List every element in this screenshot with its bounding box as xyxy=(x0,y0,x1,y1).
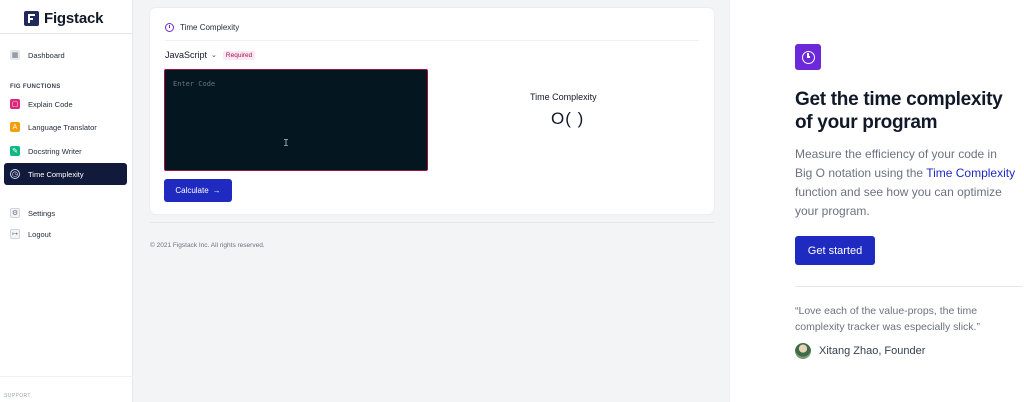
author-name: Xitang Zhao, Founder xyxy=(819,345,926,357)
support-label: SUPPORT xyxy=(4,393,31,399)
calculate-button[interactable]: Calculate → xyxy=(164,179,232,202)
tool-card: Time Complexity JavaScript ⌄ Required En… xyxy=(150,8,714,214)
arrow-right-icon: → xyxy=(212,186,221,195)
sidebar-item-docstring-writer[interactable]: ✎ Docstring Writer xyxy=(4,140,127,162)
logo[interactable]: Figstack xyxy=(24,10,103,27)
clock-icon xyxy=(165,23,174,32)
desc-text: function and see how you can optimize yo… xyxy=(795,185,1002,218)
testimonial-author: Xitang Zhao, Founder xyxy=(795,343,925,359)
sidebar-item-dashboard[interactable]: ▦ Dashboard xyxy=(4,44,127,66)
language-value: JavaScript xyxy=(165,50,208,60)
required-badge: Required xyxy=(222,50,256,60)
dashboard-icon: ▦ xyxy=(10,50,20,60)
sidebar-divider xyxy=(0,33,133,34)
logout-icon: ↦ xyxy=(10,229,20,239)
promo-icon-badge xyxy=(795,44,821,70)
promo-headline: Get the time complexity of your program xyxy=(795,89,1003,133)
get-started-button[interactable]: Get started xyxy=(795,236,875,265)
card-title-text: Time Complexity xyxy=(180,23,240,32)
sidebar-item-logout[interactable]: ↦ Logout xyxy=(4,223,127,245)
code-placeholder: Enter Code xyxy=(173,80,216,88)
clock-icon: ◷ xyxy=(10,169,20,179)
sidebar-item-label: Docstring Writer xyxy=(28,146,82,156)
promo-divider xyxy=(795,286,1023,287)
sidebar-item-label: Dashboard xyxy=(28,50,65,60)
section-label: FIG FUNCTIONS xyxy=(10,84,61,90)
promo-description: Measure the efficiency of your code in B… xyxy=(795,145,1017,221)
language-select[interactable]: JavaScript ⌄ Required xyxy=(165,50,256,60)
sidebar-item-label: Time Complexity xyxy=(28,169,84,179)
testimonial-quote: “Love each of the value-props, the time … xyxy=(795,305,980,333)
sidebar-item-label: Settings xyxy=(28,208,56,218)
gear-icon: ⚙ xyxy=(10,208,20,218)
explain-code-icon: ▢ xyxy=(10,99,20,109)
sidebar-item-explain-code[interactable]: ▢ Explain Code xyxy=(4,93,127,115)
footer-divider xyxy=(150,222,714,223)
sidebar-item-settings[interactable]: ⚙ Settings xyxy=(4,202,127,224)
result-label: Time Complexity xyxy=(530,92,597,102)
figstack-logo-icon xyxy=(24,11,39,26)
desc-highlight-link[interactable]: Time Complexity xyxy=(926,166,1015,180)
pencil-icon: ✎ xyxy=(10,146,20,156)
clock-icon xyxy=(801,50,815,64)
logo-text: Figstack xyxy=(44,10,104,27)
sidebar-item-language-translator[interactable]: A Language Translator xyxy=(4,116,127,138)
calculate-label: Calculate xyxy=(175,186,209,195)
sidebar-item-label: Explain Code xyxy=(28,99,73,109)
chevron-down-icon: ⌄ xyxy=(211,52,217,59)
copyright: © 2021 Figstack Inc. All rights reserved… xyxy=(150,242,265,249)
sidebar-item-label: Language Translator xyxy=(28,122,97,132)
card-divider xyxy=(165,40,699,41)
text-cursor-icon: I xyxy=(283,138,290,149)
card-title: Time Complexity xyxy=(165,23,239,32)
sidebar: Figstack ▦ Dashboard FIG FUNCTIONS ▢ Exp… xyxy=(0,0,133,402)
sidebar-item-time-complexity[interactable]: ◷ Time Complexity xyxy=(4,163,127,185)
promo-panel: Get the time complexity of your program … xyxy=(729,0,1024,402)
sidebar-divider xyxy=(0,376,133,377)
result-value: O( ) xyxy=(551,109,585,128)
code-input[interactable]: Enter Code I xyxy=(164,69,428,171)
avatar xyxy=(795,343,811,359)
translate-icon: A xyxy=(10,122,20,132)
sidebar-item-label: Logout xyxy=(28,229,51,239)
main-content: Time Complexity JavaScript ⌄ Required En… xyxy=(133,0,729,402)
